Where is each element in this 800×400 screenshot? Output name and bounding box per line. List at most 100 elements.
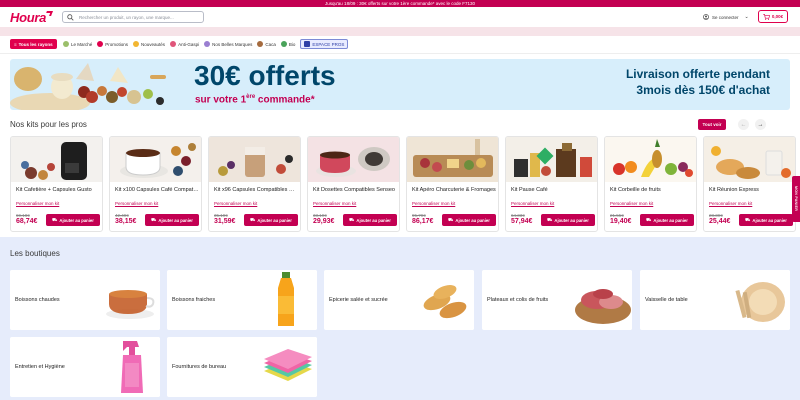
product-name[interactable]: Kit Pause Café bbox=[511, 187, 595, 193]
boutique-tile[interactable]: Boissons fraiches bbox=[167, 270, 317, 330]
add-to-cart-button[interactable]: ⛟ Ajouter au panier bbox=[442, 214, 496, 226]
boutiques-section-title: Les boutiques bbox=[10, 249, 60, 258]
customize-link[interactable]: Personnaliser mon kit bbox=[709, 201, 752, 206]
logo[interactable]: Houra bbox=[10, 10, 46, 25]
cart-icon: ⛟ bbox=[646, 217, 652, 222]
promo-bar[interactable]: Jusqu'au 18/09 : 30€ offerts sur votre 1… bbox=[0, 0, 800, 7]
search-box[interactable] bbox=[62, 11, 204, 23]
briefcase-icon bbox=[304, 41, 311, 47]
customize-link[interactable]: Personnaliser mon kit bbox=[214, 201, 257, 206]
category-espace-pros[interactable]: ESPACE PROS bbox=[300, 39, 349, 49]
category-anti-gaspi[interactable]: Anti-Gaspi bbox=[170, 39, 199, 49]
meeting-breakfast-image bbox=[704, 137, 795, 182]
product-card[interactable]: Kit Pause Café Personnaliser mon kit 64,… bbox=[505, 136, 598, 232]
charcuterie-platter-image bbox=[573, 270, 632, 330]
category-bar: ≡ Tous les rayons Le Marché Promotions N… bbox=[0, 36, 800, 54]
product-card[interactable]: Kit x96 Capsules Compatibles Dolce Perso… bbox=[208, 136, 301, 232]
cocoa-icon bbox=[257, 41, 264, 47]
product-card[interactable]: Kit Cafetière + Capsules Gusto Personnal… bbox=[10, 136, 103, 232]
account-link[interactable]: Se connecter ⌄ bbox=[703, 13, 749, 21]
arrow-left-icon: ← bbox=[740, 121, 747, 128]
banner-offer: 30€ offerts sur votre 1ère commande* bbox=[194, 61, 394, 106]
add-to-cart-button[interactable]: ⛟ Ajouter au panier bbox=[343, 214, 397, 226]
product-name[interactable]: Kit Cafetière + Capsules Gusto bbox=[16, 187, 100, 193]
header: Houra Se connecter ⌄ 0,00€ bbox=[0, 7, 800, 27]
customize-link[interactable]: Personnaliser mon kit bbox=[610, 201, 653, 206]
category-le-marche[interactable]: Le Marché bbox=[63, 39, 92, 49]
category-promotions[interactable]: Promotions bbox=[97, 39, 128, 49]
food-platter-image bbox=[10, 63, 166, 110]
banner-headline: 30€ offerts bbox=[194, 60, 336, 91]
boutique-tile[interactable]: Boissons chaudes bbox=[10, 270, 160, 330]
product-name[interactable]: Kit Corbeille de fruits bbox=[610, 187, 694, 193]
product-card[interactable]: Kit Réunion Express Personnaliser mon ki… bbox=[703, 136, 796, 232]
see-all-button[interactable]: Tout voir bbox=[698, 119, 726, 130]
cart-total: 0,00€ bbox=[771, 14, 784, 19]
customize-link[interactable]: Personnaliser mon kit bbox=[115, 201, 158, 206]
customize-link[interactable]: Personnaliser mon kit bbox=[313, 201, 356, 206]
add-to-cart-label: Ajouter au panier bbox=[455, 217, 490, 223]
coffee-pods-image bbox=[308, 137, 399, 182]
category-label: Caca bbox=[265, 41, 276, 47]
boutique-label: Fournitures de bureau bbox=[172, 364, 227, 370]
add-to-cart-button[interactable]: ⛟ Ajouter au panier bbox=[640, 214, 694, 226]
add-to-cart-button[interactable]: ⛟ Ajouter au panier bbox=[145, 214, 199, 226]
product-card[interactable]: Kit x100 Capsules Café Compatibles Perso… bbox=[109, 136, 202, 232]
all-departments-button[interactable]: ≡ Tous les rayons bbox=[10, 39, 57, 49]
cart-button[interactable]: 0,00€ bbox=[758, 10, 788, 23]
add-to-cart-button[interactable]: ⛟ Ajouter au panier bbox=[244, 214, 298, 226]
customize-link[interactable]: Personnaliser mon kit bbox=[412, 201, 455, 206]
category-bio[interactable]: Bio bbox=[280, 39, 295, 49]
search-input[interactable] bbox=[79, 13, 201, 21]
juice-bottle-image bbox=[258, 270, 317, 330]
price: 57,94€ bbox=[511, 218, 533, 225]
search-icon bbox=[67, 14, 74, 21]
sticky-notes-image bbox=[258, 337, 317, 397]
all-departments-label: Tous les rayons bbox=[18, 41, 53, 47]
boutique-tile[interactable]: Entretien et Hygiène bbox=[10, 337, 160, 397]
boutique-tile[interactable]: Epicerie salée et sucrée bbox=[324, 270, 474, 330]
customize-link[interactable]: Personnaliser mon kit bbox=[511, 201, 554, 206]
product-name[interactable]: Kit Réunion Express bbox=[709, 187, 793, 193]
carousel-prev-button[interactable]: ← bbox=[738, 119, 749, 130]
account-label: Se connecter bbox=[712, 14, 739, 20]
product-card[interactable]: Kit Apéro Charcuterie & Fromages Personn… bbox=[406, 136, 499, 232]
boutique-tile[interactable]: Vaisselle de table bbox=[640, 270, 790, 330]
product-card[interactable]: Kit Corbeille de fruits Personnaliser mo… bbox=[604, 136, 697, 232]
category-belles-marques[interactable]: Nos Belles Marques bbox=[204, 39, 252, 49]
product-name[interactable]: Kit Apéro Charcuterie & Fromages bbox=[412, 187, 496, 193]
boutique-tile[interactable]: Fournitures de bureau bbox=[167, 337, 317, 397]
boutique-label: Plateaux et colis de fruits bbox=[487, 297, 549, 303]
kits-section-title: Nos kits pour les pros bbox=[10, 120, 87, 129]
chevron-down-icon: ⌄ bbox=[744, 14, 749, 20]
add-to-cart-button[interactable]: ⛟ Ajouter au panier bbox=[46, 214, 100, 226]
category-caca[interactable]: Caca bbox=[257, 39, 276, 49]
product-name[interactable]: Kit x96 Capsules Compatibles Dolce bbox=[214, 187, 298, 193]
category-nouveautes[interactable]: Nouveautés bbox=[133, 39, 165, 49]
promo-banner[interactable]: 30€ offerts sur votre 1ère commande* Liv… bbox=[10, 59, 790, 110]
add-to-cart-button[interactable]: ⛟ Ajouter au panier bbox=[739, 214, 793, 226]
logo-mark-icon bbox=[45, 11, 53, 16]
diamond-icon bbox=[204, 41, 211, 47]
banner-delivery-line2: 3mois dès 150€ d'achat bbox=[636, 83, 770, 97]
product-name[interactable]: Kit x100 Capsules Café Compatibles bbox=[115, 187, 199, 193]
coffee-cup-image bbox=[110, 137, 201, 182]
menu-icon: ≡ bbox=[14, 41, 17, 47]
price: 29,93€ bbox=[313, 218, 335, 225]
product-name[interactable]: Kit Dosettes Compatibles Senseo bbox=[313, 187, 397, 193]
add-to-cart-button[interactable]: ⛟ Ajouter au panier bbox=[541, 214, 595, 226]
cart-icon: ⛟ bbox=[745, 217, 751, 222]
mini-cart-tab[interactable]: MON PANIER bbox=[792, 176, 800, 222]
category-label: Le Marché bbox=[71, 41, 93, 47]
cart-icon: ⛟ bbox=[151, 217, 157, 222]
add-to-cart-label: Ajouter au panier bbox=[653, 217, 688, 223]
carousel-next-button[interactable]: → bbox=[755, 119, 766, 130]
coffee-break-image bbox=[506, 137, 597, 182]
category-label: ESPACE PROS bbox=[312, 41, 345, 47]
customize-link[interactable]: Personnaliser mon kit bbox=[16, 201, 59, 206]
boutique-tile[interactable]: Plateaux et colis de fruits bbox=[482, 270, 632, 330]
banner-subline-sup: ère bbox=[246, 94, 256, 100]
bio-leaf-icon bbox=[280, 41, 287, 47]
product-card[interactable]: Kit Dosettes Compatibles Senseo Personna… bbox=[307, 136, 400, 232]
category-label: Nouveautés bbox=[141, 41, 166, 47]
